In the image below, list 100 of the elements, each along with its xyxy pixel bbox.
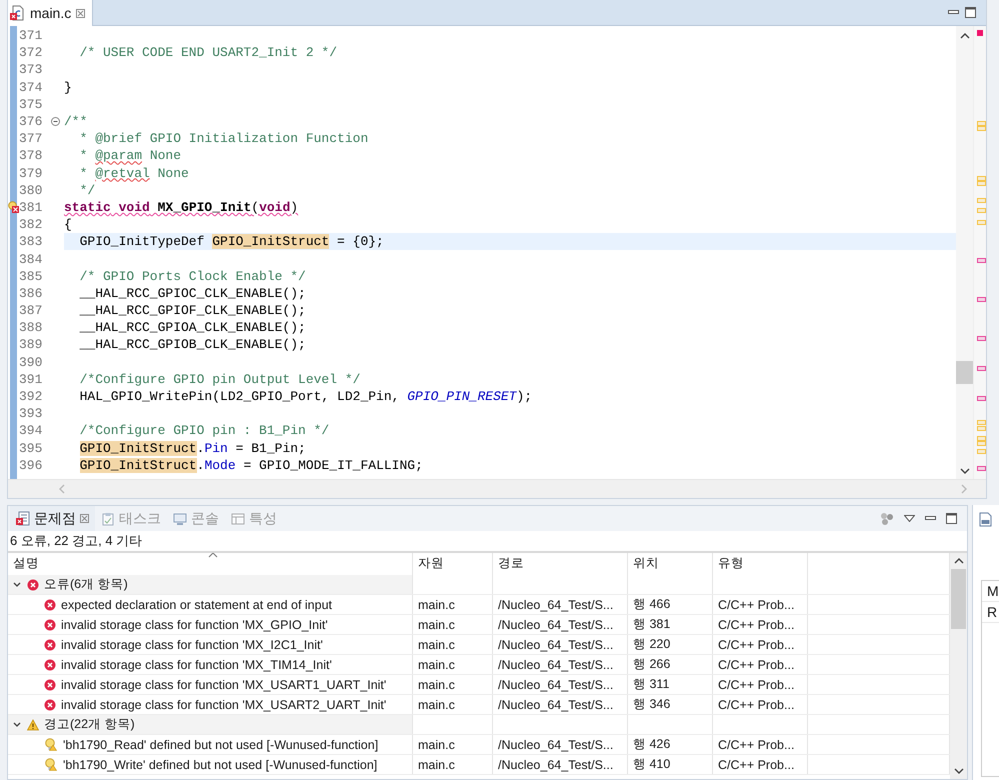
minimize-icon[interactable]	[925, 516, 936, 521]
error-icon	[27, 578, 39, 590]
table-cell: main.c	[413, 755, 493, 774]
line-number: 385	[19, 268, 44, 284]
editor-tab[interactable]: main.c	[8, 0, 94, 26]
table-cell[interactable]: invalid storage class for function 'MX_USART2_UART_Init'	[8, 695, 413, 714]
close-icon[interactable]	[76, 8, 86, 18]
line-number: 391	[19, 372, 44, 387]
collapse-icon[interactable]	[51, 117, 60, 126]
table-cell: /Nucleo_64_Test/S...	[493, 675, 628, 694]
code-line: {	[64, 217, 72, 232]
table-cell[interactable]: 'bh1790_Read' defined but not used [-Wunused-function]	[8, 735, 413, 754]
table-cell: 행 220	[628, 635, 713, 654]
code-line: * @brief GPIO Initialization Function	[78, 131, 368, 146]
scroll-up-icon[interactable]	[954, 557, 964, 564]
line-number: 383	[19, 234, 44, 250]
code-line: __HAL_RCC_GPIOA_CLK_ENABLE();	[78, 320, 306, 336]
code-line: /**	[64, 114, 88, 130]
line-number: 382	[19, 217, 44, 232]
table-cell[interactable]: invalid storage class for function 'MX_I2C1_Init'	[8, 635, 413, 654]
scroll-thumb[interactable]	[951, 569, 966, 629]
error-icon	[44, 698, 56, 710]
problems-summary: 6 오류, 22 경고, 4 기타	[8, 531, 967, 553]
line-number: 377	[19, 131, 44, 146]
warning-icon	[27, 718, 39, 730]
table-cell: C/C++ Prob...	[713, 755, 808, 774]
list-item[interactable]: M	[987, 583, 999, 599]
line-number: 389	[19, 337, 44, 352]
scroll-down-icon[interactable]	[954, 768, 964, 775]
table-cell: 행 266	[628, 655, 713, 674]
table-cell: C/C++ Prob...	[713, 635, 808, 654]
line-number: 380	[19, 182, 44, 198]
vertical-scrollbar[interactable]	[950, 553, 967, 779]
line-number: 375	[19, 96, 44, 112]
line-number: 378	[19, 148, 44, 164]
table-cell: /Nucleo_64_Test/S...	[493, 635, 628, 654]
filter-icon[interactable]	[880, 512, 894, 526]
line-number: 384	[19, 252, 44, 267]
table-cell: C/C++ Prob...	[713, 675, 808, 694]
warning-marker-icon	[44, 758, 58, 771]
table-cell: main.c	[413, 635, 493, 654]
code-line: static void MX_GPIO_Init(void)	[64, 200, 298, 215]
group-row[interactable]: 경고(22개 항목)	[8, 715, 413, 734]
table-cell: 행 311	[628, 675, 713, 694]
table-cell: 행 410	[628, 755, 713, 774]
code-line: /*Configure GPIO pin Output Level */	[78, 372, 360, 387]
scroll-up-icon[interactable]	[960, 32, 970, 39]
chevron-down-icon[interactable]	[12, 720, 22, 730]
scroll-thumb[interactable]	[956, 361, 973, 384]
table-cell[interactable]: invalid storage class for function 'MX_TIM14_Init'	[8, 655, 413, 674]
table-cell[interactable]: expected declaration or statement at end of input	[8, 595, 413, 614]
column-header[interactable]: 유형	[713, 553, 808, 575]
table-cell: /Nucleo_64_Test/S...	[493, 615, 628, 634]
warning-marker-icon	[44, 738, 58, 751]
chevron-down-icon[interactable]	[12, 580, 22, 590]
line-number: 395	[19, 440, 44, 456]
vertical-scrollbar[interactable]	[956, 26, 973, 479]
sort-icon[interactable]	[208, 553, 218, 558]
error-icon	[44, 598, 56, 610]
line-number: 386	[19, 286, 44, 301]
scroll-down-icon[interactable]	[960, 468, 970, 475]
list-item[interactable]: R	[987, 604, 998, 620]
table-cell[interactable]: invalid storage class for function 'MX_GPIO_Init'	[8, 615, 413, 634]
table-cell: /Nucleo_64_Test/S...	[493, 655, 628, 674]
maximize-icon[interactable]	[965, 7, 976, 18]
code-line: }	[64, 80, 72, 95]
code-line: HAL_GPIO_WritePin(LD2_GPIO_Port, LD2_Pin, GPIO_PIN_RESET);	[78, 389, 532, 404]
table-cell: main.c	[413, 655, 493, 674]
line-number: 374	[19, 80, 44, 95]
group-row[interactable]: 오류(6개 항목)	[8, 575, 413, 594]
column-header[interactable]: 자원	[413, 553, 493, 575]
code-line: GPIO_InitStruct.Pin = B1_Pin;	[78, 440, 306, 456]
column-header[interactable]: 경로	[493, 553, 628, 575]
table-cell: main.c	[413, 595, 493, 614]
error-marker-icon[interactable]	[8, 201, 19, 214]
column-header[interactable]: 위치	[628, 553, 713, 575]
close-icon[interactable]	[80, 514, 89, 523]
table-cell[interactable]: invalid storage class for function 'MX_USART1_UART_Init'	[8, 675, 413, 694]
code-line: /*Configure GPIO pin : B1_Pin */	[78, 423, 330, 438]
error-icon	[44, 618, 56, 630]
error-icon	[44, 658, 56, 670]
error-icon	[44, 678, 56, 690]
table-cell: C/C++ Prob...	[713, 735, 808, 754]
table-cell: C/C++ Prob...	[713, 695, 808, 714]
line-number: 381	[19, 200, 44, 215]
code-line: GPIO_InitStruct.Mode = GPIO_MODE_IT_FALLING;	[78, 458, 423, 473]
code-line: __HAL_RCC_GPIOB_CLK_ENABLE();	[78, 337, 306, 352]
table-icon	[231, 512, 245, 526]
line-number: 379	[19, 166, 44, 181]
line-number: 390	[19, 354, 44, 370]
table-cell: /Nucleo_64_Test/S...	[493, 595, 628, 614]
table-cell: 행 346	[628, 695, 713, 714]
table-cell[interactable]: 'bh1790_Write' defined but not used [-Wunused-function]	[8, 755, 413, 774]
minimize-icon[interactable]	[948, 10, 959, 15]
view-tab[interactable]: 문제점	[10, 506, 95, 531]
problems-icon	[16, 511, 30, 526]
table-cell: /Nucleo_64_Test/S...	[493, 695, 628, 714]
line-number: 393	[19, 406, 44, 422]
view-menu-icon[interactable]	[904, 515, 915, 522]
maximize-icon[interactable]	[946, 513, 957, 524]
